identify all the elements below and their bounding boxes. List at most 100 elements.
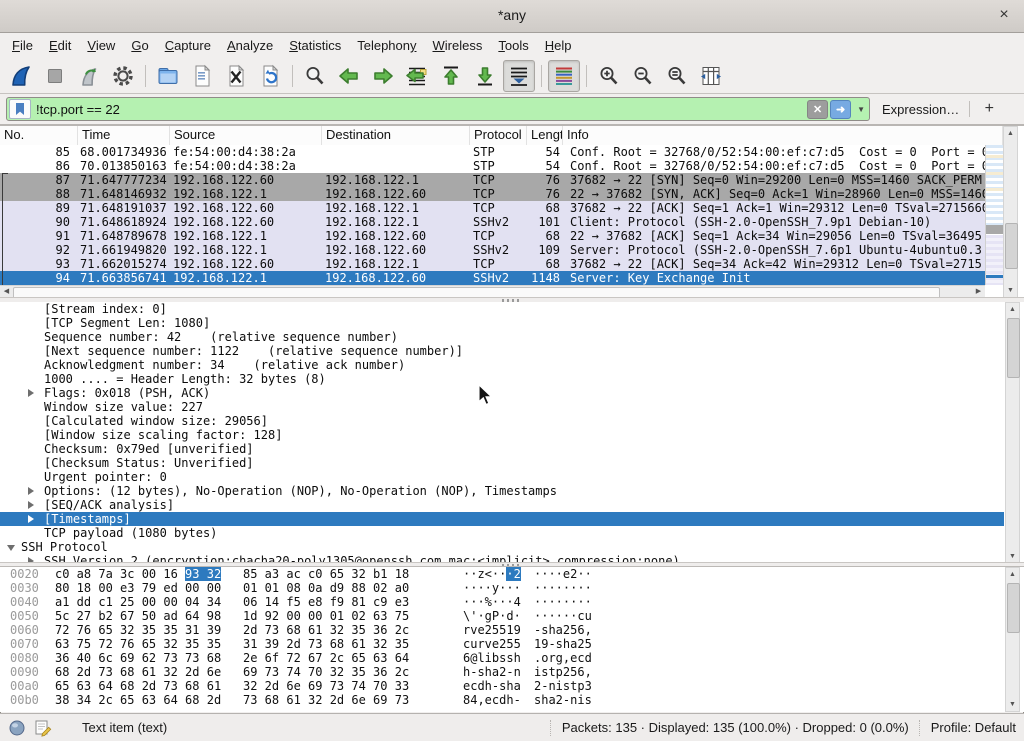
find-packet-button[interactable] xyxy=(299,60,331,92)
details-vscrollbar[interactable]: ▲ ▼ xyxy=(1005,302,1020,564)
hex-row[interactable]: 00a065 63 64 68 2d 73 68 6132 2d 6e 69 7… xyxy=(0,679,1024,693)
packet-row[interactable]: 9071.648618924192.168.122.60192.168.122.… xyxy=(0,215,985,229)
hex-row[interactable]: 007063 75 72 76 65 32 35 3531 39 2d 73 6… xyxy=(0,637,1024,651)
packet-row[interactable]: 8771.647777234192.168.122.60192.168.122.… xyxy=(0,173,985,187)
menu-view[interactable]: View xyxy=(79,35,123,56)
go-bottom-button[interactable] xyxy=(469,60,501,92)
open-file-button[interactable] xyxy=(152,60,184,92)
menu-statistics[interactable]: Statistics xyxy=(281,35,349,56)
detail-line[interactable]: [Calculated window size: 29056] xyxy=(0,414,1004,428)
display-filter-field[interactable]: ✕ ➜ ▼ xyxy=(6,97,870,121)
expander-open-icon[interactable] xyxy=(7,545,15,551)
expander-closed-icon[interactable] xyxy=(28,487,34,495)
detail-line[interactable]: Checksum: 0x79ed [unverified] xyxy=(0,442,1004,456)
column-header-info[interactable]: Info xyxy=(563,126,1003,145)
apply-filter-button[interactable]: ➜ xyxy=(830,100,851,119)
save-file-button[interactable] xyxy=(186,60,218,92)
menu-analyze[interactable]: Analyze xyxy=(219,35,281,56)
scroll-thumb[interactable] xyxy=(1007,583,1020,633)
colorize-button[interactable] xyxy=(548,60,580,92)
start-capture-button[interactable] xyxy=(5,60,37,92)
stop-capture-button[interactable] xyxy=(39,60,71,92)
scroll-down-arrow[interactable]: ▼ xyxy=(1004,284,1017,297)
auto-scroll-button[interactable] xyxy=(503,60,535,92)
packet-row[interactable]: 8670.013850163fe:54:00:d4:38:2aSTP54Conf… xyxy=(0,159,985,173)
packet-row[interactable]: 9471.663856741192.168.122.1192.168.122.6… xyxy=(0,271,985,285)
scroll-up-arrow[interactable]: ▲ xyxy=(1006,303,1019,316)
detail-line[interactable]: [Stream index: 0] xyxy=(0,302,1004,316)
detail-line[interactable]: Options: (12 bytes), No-Operation (NOP),… xyxy=(0,484,1004,498)
detail-line[interactable]: TCP payload (1080 bytes) xyxy=(0,526,1004,540)
hex-row[interactable]: 009068 2d 73 68 61 32 2d 6e69 73 74 70 3… xyxy=(0,665,1024,679)
hex-row[interactable]: 006072 76 65 32 35 35 31 392d 73 68 61 3… xyxy=(0,623,1024,637)
zoom-100-button[interactable] xyxy=(661,60,693,92)
close-file-button[interactable] xyxy=(220,60,252,92)
detail-line[interactable]: Acknowledgment number: 34 (relative ack … xyxy=(0,358,1004,372)
detail-line[interactable]: SSH Protocol xyxy=(0,540,1004,554)
packet-row[interactable]: 8568.001734936fe:54:00:d4:38:2aSTP54Conf… xyxy=(0,145,985,159)
menu-tools[interactable]: Tools xyxy=(490,35,536,56)
detail-line[interactable]: Flags: 0x018 (PSH, ACK) xyxy=(0,386,1004,400)
expression-button[interactable]: Expression… xyxy=(882,102,959,117)
expert-info-icon[interactable] xyxy=(8,719,26,737)
detail-line[interactable]: Urgent pointer: 0 xyxy=(0,470,1004,484)
detail-line[interactable]: 1000 .... = Header Length: 32 bytes (8) xyxy=(0,372,1004,386)
clear-filter-button[interactable]: ✕ xyxy=(807,100,828,119)
go-forward-button[interactable] xyxy=(367,60,399,92)
menu-wireless[interactable]: Wireless xyxy=(425,35,491,56)
column-header-no[interactable]: No. xyxy=(0,126,78,145)
restart-capture-button[interactable] xyxy=(73,60,105,92)
filter-bookmark-button[interactable] xyxy=(9,99,31,119)
scroll-down-arrow[interactable]: ▼ xyxy=(1006,698,1019,711)
column-header-source[interactable]: Source xyxy=(170,126,322,145)
titlebar[interactable]: *any × xyxy=(0,0,1024,33)
menu-edit[interactable]: Edit xyxy=(41,35,79,56)
detail-line[interactable]: Window size value: 227 xyxy=(0,400,1004,414)
filter-history-dropdown[interactable]: ▼ xyxy=(853,105,869,114)
packet-row[interactable]: 9271.661949820192.168.122.1192.168.122.6… xyxy=(0,243,985,257)
hex-row[interactable]: 003080 18 00 e3 79 ed 00 0001 01 08 0a d… xyxy=(0,581,1024,595)
packet-list-vscrollbar[interactable]: ▲ ▼ xyxy=(1003,126,1018,298)
detail-line[interactable]: [Checksum Status: Unverified] xyxy=(0,456,1004,470)
reload-file-button[interactable] xyxy=(254,60,286,92)
hex-row[interactable]: 00505c 27 b2 67 50 ad 64 981d 92 00 00 0… xyxy=(0,609,1024,623)
capture-options-button[interactable] xyxy=(107,60,139,92)
expander-closed-icon[interactable] xyxy=(28,515,34,523)
hex-row[interactable]: 008036 40 6c 69 62 73 73 682e 6f 72 67 2… xyxy=(0,651,1024,665)
zoom-out-button[interactable] xyxy=(627,60,659,92)
column-header-length[interactable]: Length xyxy=(527,126,563,145)
packet-row[interactable]: 8871.648146932192.168.122.1192.168.122.6… xyxy=(0,187,985,201)
go-to-packet-button[interactable] xyxy=(401,60,433,92)
add-filter-button[interactable]: + xyxy=(980,100,998,118)
scroll-thumb[interactable] xyxy=(1007,318,1020,378)
detail-line[interactable]: [Window size scaling factor: 128] xyxy=(0,428,1004,442)
detail-line[interactable]: SSH Version 2 (encryption:chacha20-poly1… xyxy=(0,554,1004,562)
menu-telephony[interactable]: Telephony xyxy=(349,35,424,56)
expander-closed-icon[interactable] xyxy=(28,501,34,509)
column-header-protocol[interactable]: Protocol xyxy=(470,126,527,145)
scroll-thumb[interactable] xyxy=(1005,223,1018,269)
menu-help[interactable]: Help xyxy=(537,35,580,56)
go-top-button[interactable] xyxy=(435,60,467,92)
column-header-time[interactable]: Time xyxy=(78,126,170,145)
detail-line[interactable]: [SEQ/ACK analysis] xyxy=(0,498,1004,512)
detail-line[interactable]: Sequence number: 42 (relative sequence n… xyxy=(0,330,1004,344)
detail-line[interactable]: [Next sequence number: 1122 (relative se… xyxy=(0,344,1004,358)
menu-file[interactable]: File xyxy=(4,35,41,56)
column-header-destination[interactable]: Destination xyxy=(322,126,470,145)
expander-closed-icon[interactable] xyxy=(28,389,34,397)
hex-row[interactable]: 00b038 34 2c 65 63 64 68 2d73 68 61 32 2… xyxy=(0,693,1024,707)
scroll-up-arrow[interactable]: ▲ xyxy=(1006,568,1019,581)
bytes-vscrollbar[interactable]: ▲ ▼ xyxy=(1005,567,1020,712)
capture-comment-icon[interactable] xyxy=(34,719,52,737)
packet-row[interactable]: 9371.662015274192.168.122.60192.168.122.… xyxy=(0,257,985,271)
menu-capture[interactable]: Capture xyxy=(157,35,219,56)
profile-indicator[interactable]: Profile: Default xyxy=(931,720,1016,735)
resize-columns-button[interactable] xyxy=(695,60,727,92)
display-filter-input[interactable] xyxy=(31,101,807,118)
scroll-up-arrow[interactable]: ▲ xyxy=(1004,127,1017,140)
packet-row[interactable]: 9171.648789678192.168.122.1192.168.122.6… xyxy=(0,229,985,243)
intelligent-scrollbar-minimap[interactable] xyxy=(985,145,1004,285)
go-back-button[interactable] xyxy=(333,60,365,92)
packet-row[interactable]: 8971.648191037192.168.122.60192.168.122.… xyxy=(0,201,985,215)
